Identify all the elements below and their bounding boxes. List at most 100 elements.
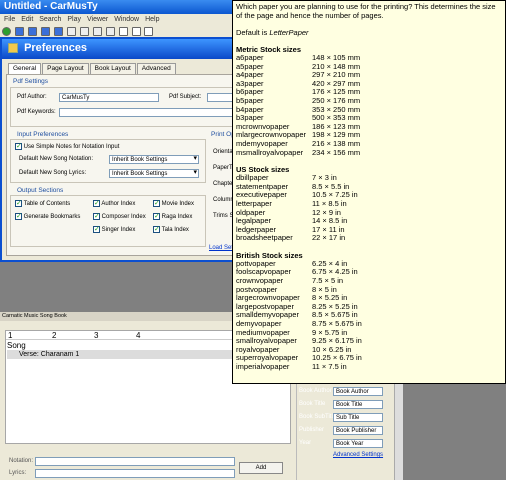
page4-icon[interactable]	[105, 27, 115, 36]
output-sections-title: Output Sections	[17, 187, 64, 194]
add-button[interactable]: Add	[239, 462, 283, 474]
output-raga-index: Raga Index	[153, 212, 193, 221]
output-author-index: Author Index	[93, 199, 136, 208]
composer-index-label: Composer Index	[101, 214, 146, 221]
menu-viewer[interactable]: Viewer	[87, 14, 108, 25]
year-input[interactable]: Book Year	[333, 439, 383, 448]
output-tala-index: Tala Index	[153, 225, 189, 234]
pdf-author-input[interactable]: CarMusTy	[59, 93, 159, 102]
menu-bar: File Edit Search Play Viewer Window Help	[0, 14, 262, 25]
menu-search[interactable]: Search	[39, 14, 61, 25]
singer-index-checkbox[interactable]	[93, 225, 100, 233]
ruler-mark-3: 3	[94, 331, 99, 340]
output-composer-index: Composer Index	[93, 212, 146, 221]
ruler-mark-1: 1	[8, 331, 13, 340]
paper-name: broadsheetpaper	[236, 233, 293, 243]
song-notation-label: Default New Song Notation:	[19, 156, 94, 162]
last-icon[interactable]	[53, 27, 63, 36]
page3-icon[interactable]	[92, 27, 102, 36]
composer-index-checkbox[interactable]	[93, 212, 100, 220]
paper-size: 11 × 7.5 in	[312, 362, 347, 371]
simple-notes-row: Use Simple Notes for Notation Input	[15, 142, 120, 151]
output-movie-index: Movie Index	[153, 199, 195, 208]
menu-file[interactable]: File	[4, 14, 15, 25]
tooltip-size-row: msmallroyalvopaper 234 × 156 mm	[236, 147, 361, 158]
song-input-area: Notation: Lyrics: Add	[5, 446, 291, 480]
pdf-keywords-label: Pdf Keywords:	[17, 109, 56, 115]
paper-size: 234 × 156 mm	[312, 147, 361, 157]
output-bookmarks: Generate Bookmarks	[15, 212, 81, 221]
preferences-tabs: General Page Layout Book Layout Advanced	[8, 63, 177, 74]
raga-index-label: Raga Index	[161, 214, 193, 221]
menu-help[interactable]: Help	[145, 14, 159, 25]
hand-icon[interactable]	[131, 27, 141, 36]
simple-notes-label: Use Simple Notes for Notation Input	[23, 144, 120, 151]
tooltip-size-table: a6paper 148 × 105 mm a5paper 210 × 148 mm a4…	[236, 53, 361, 158]
movie-index-checkbox[interactable]	[153, 199, 160, 207]
main-title-bar: Untitled - CarMusTy	[0, 0, 262, 14]
pdf-keywords-input[interactable]	[59, 108, 247, 117]
advanced-settings-link[interactable]: Advanced Settings	[333, 452, 383, 458]
zoom-icon[interactable]	[118, 27, 128, 36]
bookmarks-checkbox[interactable]	[15, 212, 22, 220]
app-icon	[8, 43, 18, 54]
menu-edit[interactable]: Edit	[21, 14, 33, 25]
publisher-label: Publisher	[299, 427, 325, 433]
lyrics-input[interactable]	[35, 469, 235, 478]
book-title-label: Book Title	[299, 401, 326, 407]
tree-item-song[interactable]: Song	[7, 341, 26, 350]
print-orientation-label: Orienta	[213, 149, 233, 155]
tab-general[interactable]: General	[8, 63, 42, 74]
toc-label: Table of Contents	[23, 201, 71, 208]
tooltip-default-value: LetterPaper	[269, 28, 309, 37]
tooltip-size-table: dbillpaper 7 × 3 in statementpaper 8.5 × 5.…	[236, 174, 358, 243]
tooltip-section-heading: Metric Stock sizes	[236, 45, 302, 54]
tooltip-sections: Metric Stock sizes a6paper 148 × 105 mm a5p…	[236, 45, 502, 372]
tala-index-checkbox[interactable]	[153, 225, 160, 233]
movie-index-label: Movie Index	[161, 201, 195, 208]
preferences-dialog: Preferences General Page Layout Book Layou…	[0, 37, 262, 262]
bookmarks-label: Generate Bookmarks	[23, 214, 81, 221]
raga-index-checkbox[interactable]	[153, 212, 160, 220]
tooltip-size-row: imperialvopaper 11 × 7.5 in	[236, 362, 362, 372]
notation-label: Notation:	[9, 458, 34, 464]
play-icon[interactable]	[2, 27, 11, 36]
song-lyrics-value: Inherit Book Settings	[112, 171, 168, 177]
book-subtitle-input[interactable]: Sub Title	[333, 413, 383, 422]
song-notation-select[interactable]: Inherit Book Settings	[109, 155, 199, 164]
notation-input[interactable]	[35, 457, 235, 466]
book-title-input[interactable]: Book Title	[333, 400, 383, 409]
song-notation-value: Inherit Book Settings	[112, 157, 168, 163]
paper-name: msmallroyalvopaper	[236, 147, 304, 157]
song-lyrics-select[interactable]: Inherit Book Settings	[109, 169, 199, 178]
year-label: Year	[299, 440, 312, 446]
tala-index-label: Tala Index	[161, 227, 189, 234]
tooltip-intro: Which paper you are planning to use for …	[236, 2, 496, 20]
fit-icon[interactable]	[144, 27, 154, 36]
window-title: Untitled - CarMusTy	[4, 1, 98, 12]
first-icon[interactable]	[14, 27, 24, 36]
toc-checkbox[interactable]	[15, 199, 22, 207]
tooltip-size-table: pottvopaper 6.25 × 4 in foolscapvopaper 6.7…	[236, 259, 362, 372]
menu-play[interactable]: Play	[67, 14, 81, 25]
preferences-title-bar: Preferences	[2, 39, 260, 59]
page-icon[interactable]	[66, 27, 76, 36]
simple-notes-checkbox[interactable]	[15, 142, 22, 150]
ruler-mark-4: 4	[136, 331, 141, 340]
pdf-settings-title: Pdf Settings	[13, 78, 49, 85]
tab-book-layout[interactable]: Book Layout	[89, 63, 136, 74]
author-index-label: Author Index	[101, 201, 136, 208]
output-toc: Table of Contents	[15, 199, 71, 208]
book-author-input[interactable]: Book Author	[333, 387, 383, 396]
tab-page-layout[interactable]: Page Layout	[42, 63, 89, 74]
menu-window[interactable]: Window	[114, 14, 139, 25]
paper-size: 22 × 17 in	[312, 233, 346, 243]
publisher-input[interactable]: Book Publisher	[333, 426, 383, 435]
next-icon[interactable]	[40, 27, 50, 36]
tooltip-default-prefix: Default is	[236, 28, 270, 37]
page2-icon[interactable]	[79, 27, 89, 36]
prev-icon[interactable]	[27, 27, 37, 36]
tab-advanced[interactable]: Advanced	[136, 63, 176, 74]
author-index-checkbox[interactable]	[93, 199, 100, 207]
ruler-mark-2: 2	[52, 331, 57, 340]
